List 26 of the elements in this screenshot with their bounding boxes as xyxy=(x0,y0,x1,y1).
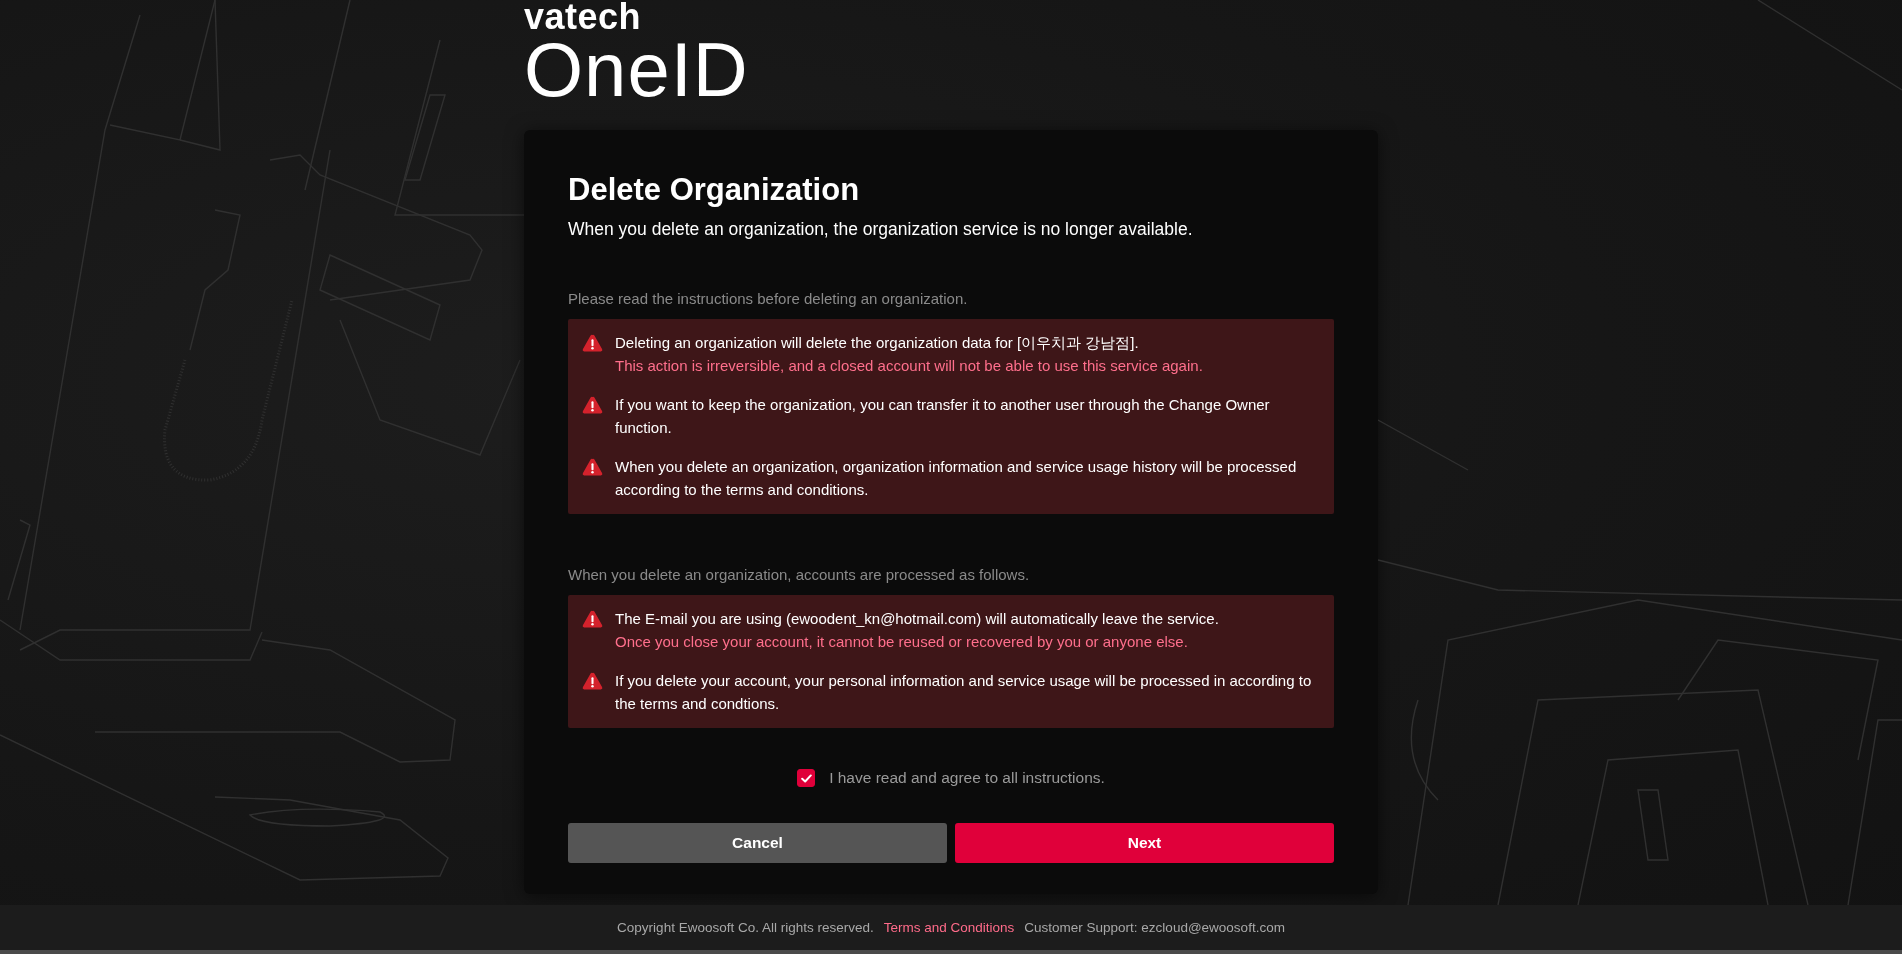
dialog-subtitle: When you delete an organization, the organization service is no longer available. xyxy=(568,218,1194,241)
warning-text: This action is irreversible, and a closed account will not be able to use this service again. xyxy=(615,356,1203,376)
notice-text: If you want to keep the organization, you can transfer it to another user through the Change Owner function. xyxy=(615,395,1271,438)
warning-icon xyxy=(582,334,603,352)
warning-icon xyxy=(582,458,603,476)
agree-label: I have read and agree to all instructions. xyxy=(829,768,1105,788)
dialog-title: Delete Organization xyxy=(568,171,861,209)
copyright-text: Copyright Ewoosoft Co. All rights reserved. xyxy=(617,920,874,935)
section-label: Please read the instructions before deleting an organization. xyxy=(568,289,969,309)
support-text: Customer Support: ezcloud@ewoosoft.com xyxy=(1024,920,1285,935)
notice-text: Deleting an organization will delete the organization data for [이우치과 강남점]. xyxy=(615,333,1140,353)
section-label: When you delete an organization, accounts are processed as follows. xyxy=(568,565,1031,585)
notice-text: If you delete your account, your personal information and service usage will be processed in according to the terms and condtions. xyxy=(615,671,1313,714)
brand-logo-text: vatech xyxy=(524,0,642,34)
product-logo-text: OneID xyxy=(524,34,749,106)
warning-icon xyxy=(582,672,603,690)
agree-checkbox[interactable] xyxy=(797,769,816,787)
warning-icon xyxy=(582,396,603,414)
cancel-button[interactable]: Cancel xyxy=(568,823,947,863)
notice-text: The E-mail you are using (ewoodent_kn@hotmail.com) will automatically leave the service. xyxy=(615,609,1219,629)
notice-text: When you delete an organization, organization information and service usage history will be processed according to the terms and conditions. xyxy=(615,457,1298,500)
checkmark-icon xyxy=(800,773,812,783)
warning-text: Once you close your account, it cannot be reused or recovered by you or anyone else. xyxy=(615,632,1189,652)
terms-link[interactable]: Terms and Conditions xyxy=(883,920,1015,935)
warning-icon xyxy=(582,610,603,628)
next-button[interactable]: Next xyxy=(955,823,1334,863)
